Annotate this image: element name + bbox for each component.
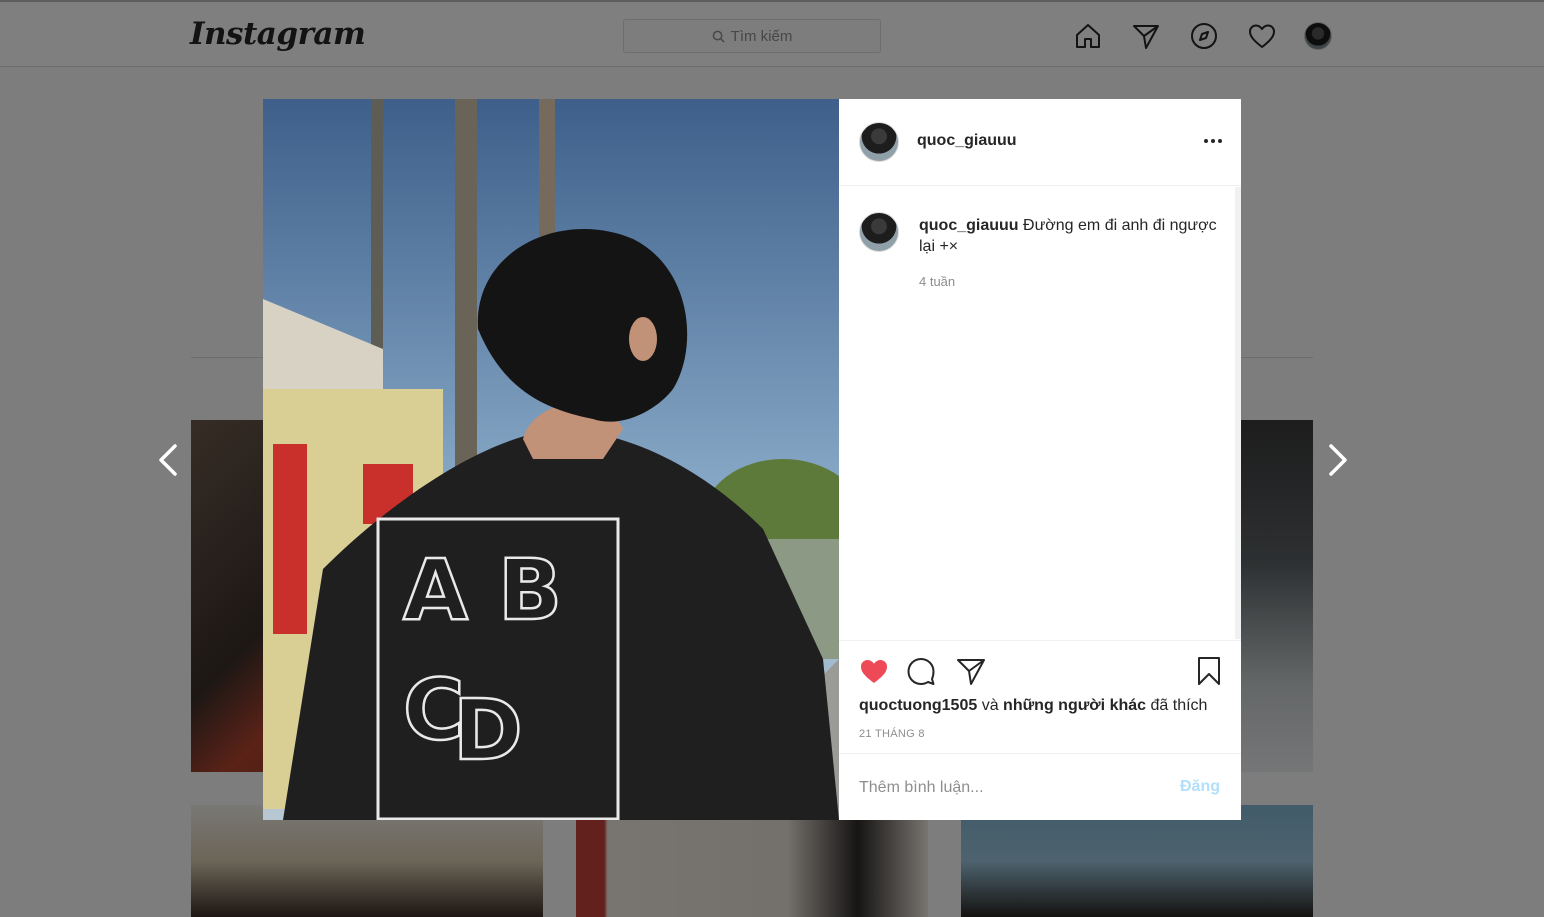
liked-by-summary: quoctuong1505 và những người khác đã thí…	[859, 697, 1207, 715]
post-photo[interactable]: A B C D	[263, 99, 839, 820]
post-header: quoc_giauuu	[839, 99, 1241, 186]
post-date[interactable]: 21 THÁNG 8	[859, 728, 925, 740]
comments-section: quoc_giauuu Đường em đi anh đi ngược lại…	[839, 187, 1235, 639]
svg-text:B: B	[498, 541, 562, 639]
liked-by-suffix: đã thích	[1150, 697, 1208, 714]
caption-timestamp[interactable]: 4 tuần	[919, 274, 955, 289]
comment-button[interactable]	[905, 655, 937, 687]
bookmark-icon	[1198, 657, 1220, 685]
comment-input[interactable]	[859, 774, 1159, 802]
chevron-right-icon	[1329, 444, 1347, 476]
comment-icon	[907, 658, 935, 685]
post-actions: quoctuong1505 và những người khác đã thí…	[839, 640, 1241, 753]
next-post-arrow[interactable]	[1318, 440, 1358, 480]
post-details-panel: quoc_giauuu quoc_giauuu Đường em đi anh …	[839, 99, 1241, 820]
liked-by-others-link[interactable]: những người khác	[1003, 697, 1146, 714]
post-comment-button[interactable]: Đăng	[1180, 778, 1220, 796]
post-caption: quoc_giauuu Đường em đi anh đi ngược lại…	[919, 215, 1219, 257]
author-username[interactable]: quoc_giauuu	[917, 132, 1017, 150]
add-comment-bar: Đăng	[839, 753, 1241, 820]
svg-text:D: D	[453, 681, 523, 779]
svg-text:A: A	[403, 541, 468, 639]
liked-by-conjunction: và	[981, 697, 999, 714]
chevron-left-icon	[159, 444, 177, 476]
liked-by-username[interactable]: quoctuong1505	[859, 697, 977, 714]
direct-share-icon	[957, 659, 985, 685]
caption-username[interactable]: quoc_giauuu	[919, 217, 1019, 234]
post-photo-illustration: A B C D	[263, 99, 839, 820]
share-button[interactable]	[955, 655, 987, 687]
like-button[interactable]	[858, 655, 890, 687]
previous-post-arrow[interactable]	[148, 440, 188, 480]
comments-scrollbar[interactable]	[1235, 187, 1241, 639]
save-button[interactable]	[1193, 655, 1225, 687]
more-options-icon[interactable]	[1201, 131, 1225, 151]
post-modal: A B C D quoc_giauuu quoc_giauuu Đường em…	[263, 99, 1241, 820]
caption-author-avatar[interactable]	[859, 212, 899, 252]
heart-filled-icon	[861, 660, 887, 683]
author-avatar[interactable]	[859, 122, 899, 162]
